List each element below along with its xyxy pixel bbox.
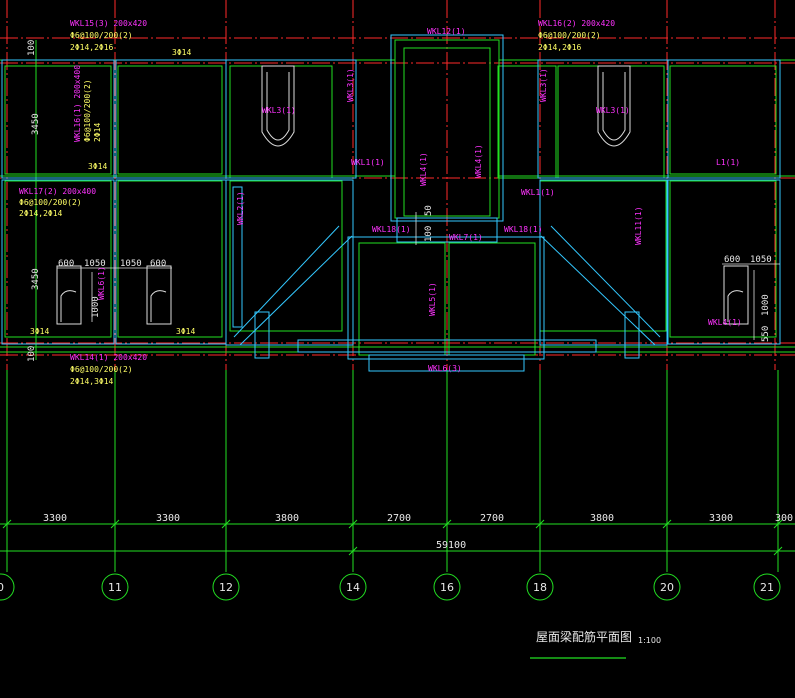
dim-1050-c: 1050 <box>750 255 772 265</box>
beam-bars-wkl17: 2Φ14,2Φ14 <box>19 209 63 218</box>
bay-dimensions: 3300 3300 3800 2700 2700 3800 3300 300 5… <box>43 513 793 551</box>
beam-label-l1: L1(1) <box>716 158 740 167</box>
beam-label-wkl1-a: WKL1(1) <box>351 158 385 167</box>
small-dimensions: 100 3450 3450 100 600 1050 1050 600 600 … <box>27 40 772 362</box>
beam-label-wkl4-a: WKL4(1) <box>419 152 428 186</box>
axis-label-16: 16 <box>440 581 454 594</box>
dim-1000-a: 1000 <box>91 296 101 318</box>
dim-1050-a: 1050 <box>84 259 106 269</box>
total-dim: 59100 <box>436 540 466 551</box>
bay-dim-1: 3300 <box>43 513 67 524</box>
bay-dim-4: 2700 <box>387 513 411 524</box>
beam-label-wkl14: WKL14(1) 200x420 <box>70 353 147 362</box>
beam-label-wkl4-b: WKL4(1) <box>474 144 483 178</box>
beam-stirrup-wkl16: Φ6@100/200(2) <box>538 31 601 40</box>
drawing-scale: 1:100 <box>638 636 661 645</box>
bay-dim-3: 3800 <box>275 513 299 524</box>
drawing-title: 屋面梁配筋平面图 <box>536 629 632 644</box>
beam-label-wkl7: WKL7(1) <box>449 233 483 242</box>
dim-3450-upper: 3450 <box>31 113 41 135</box>
beam-bars-wkl16: 2Φ14,2Φ16 <box>538 43 582 52</box>
arched-openings <box>261 65 631 147</box>
dim-100-stair: 100 <box>424 226 434 242</box>
axis-bubble-0: 0 <box>0 573 15 601</box>
beam-label-wkl16: WKL16(2) 200x420 <box>538 19 615 28</box>
rebar-note-b: 3Φ14 <box>88 162 107 171</box>
rebar-note-a: 3Φ14 <box>172 48 191 57</box>
drawing-title-block: 屋面梁配筋平面图 1:100 <box>530 629 661 659</box>
beam-label-wkl3-c: WKL3(1) <box>539 68 548 102</box>
beam-label-wkl18-a: WKL18(1) <box>372 225 411 234</box>
rebar-note-c: 3Φ14 <box>30 327 49 336</box>
axis-bubble-20: 20 <box>653 573 681 601</box>
bay-dim-6: 3800 <box>590 513 614 524</box>
beam-stirrup-wkl16b: Φ6@100/200(2) <box>83 79 92 142</box>
dim-bottom-100: 100 <box>27 346 37 362</box>
axis-label-11: 11 <box>108 581 122 594</box>
drawing-canvas: WKL15(3) 200x420 Φ6@100/200(2) 2Φ14,2Φ16… <box>0 0 795 659</box>
beam-label-wkl16b: WKL16(1) 200x400 <box>73 65 82 142</box>
dim-600-c: 600 <box>724 255 740 265</box>
beam-outlines <box>0 39 795 356</box>
axis-bubbles: 0 11 12 14 16 18 20 21 <box>0 573 781 601</box>
beam-label-wkl5: WKL5(1) <box>428 282 437 316</box>
axis-bubble-18: 18 <box>526 573 554 601</box>
beam-stirrup-wkl15: Φ6@100/200(2) <box>70 31 133 40</box>
dim-1000-b: 1000 <box>761 294 771 316</box>
beam-bars-wkl14: 2Φ14,3Φ14 <box>70 377 114 386</box>
dim-550: 550 <box>761 326 771 342</box>
beam-stirrup-wkl17: Φ6@100/200(2) <box>19 198 82 207</box>
beam-stirrup-wkl14: Φ6@100/200(2) <box>70 365 133 374</box>
beam-label-group-wkl15: WKL15(3) 200x420 Φ6@100/200(2) 2Φ14,2Φ16 <box>70 19 147 52</box>
axis-label-12: 12 <box>219 581 233 594</box>
beam-label-group-wkl16: WKL16(2) 200x420 Φ6@100/200(2) 2Φ14,2Φ16 <box>538 19 615 52</box>
beam-bars-wkl16b: 2Φ14 <box>93 123 102 142</box>
axis-bubble-16: 16 <box>433 573 461 601</box>
beam-label-group-wkl16b: WKL16(1) 200x400 Φ6@100/200(2) 2Φ14 <box>73 65 102 142</box>
beam-bars-wkl15: 2Φ14,2Φ16 <box>70 43 114 52</box>
dim-top-100: 100 <box>27 40 37 56</box>
axis-label-0: 0 <box>0 581 4 594</box>
beam-label-wkl17: WKL17(2) 200x400 <box>19 187 96 196</box>
axis-label-20: 20 <box>660 581 674 594</box>
beam-label-wkl15: WKL15(3) 200x420 <box>70 19 147 28</box>
beam-label-wkl1-b: WKL1(1) <box>521 188 555 197</box>
beam-label-wkl3-b: WKL3(1) <box>346 68 355 102</box>
rebar-note-d: 3Φ14 <box>176 327 195 336</box>
beam-label-wkl6: WKL6(3) <box>428 364 462 373</box>
beam-label-wkl3-a: WKL3(1) <box>262 106 296 115</box>
beam-label-wkl6-side: WKL6(1) <box>97 266 106 300</box>
bay-dim-7: 3300 <box>709 513 733 524</box>
bay-dim-2: 3300 <box>156 513 180 524</box>
bay-dim-5: 2700 <box>480 513 504 524</box>
axis-bubble-14: 14 <box>339 573 367 601</box>
beam-label-wkl18-b: WKL18(1) <box>504 225 543 234</box>
axis-label-21: 21 <box>760 581 774 594</box>
beam-label-wkl2: WKL2(1) <box>236 191 245 225</box>
extension-lines <box>0 40 795 572</box>
beam-label-wkl4-c: WKL4(1) <box>708 318 742 327</box>
axis-label-14: 14 <box>346 581 360 594</box>
axis-bubble-21: 21 <box>753 573 781 601</box>
bay-dim-8: 300 <box>775 513 793 524</box>
dim-600-a: 600 <box>58 259 74 269</box>
beam-label-wkl11: WKL11(1) <box>634 206 643 245</box>
dim-600-b: 600 <box>150 259 166 269</box>
inner-dimension-lines <box>57 212 780 340</box>
dim-3450-lower: 3450 <box>31 268 41 290</box>
dim-1050-b: 1050 <box>120 259 142 269</box>
beam-label-group-wkl17: WKL17(2) 200x400 Φ6@100/200(2) 2Φ14,2Φ14 <box>19 187 96 218</box>
grid-lines-horizontal <box>0 37 795 356</box>
dimension-ticks <box>2 519 783 556</box>
beam-label-wkl3-d: WKL3(1) <box>596 106 630 115</box>
beam-label-group-wkl14: WKL14(1) 200x420 Φ6@100/200(2) 2Φ14,3Φ14 <box>70 353 147 386</box>
wall-lines <box>1 34 781 372</box>
axis-bubble-11: 11 <box>101 573 129 601</box>
dim-50-stair: 50 <box>424 205 434 216</box>
axis-label-18: 18 <box>533 581 547 594</box>
window-openings <box>56 265 749 325</box>
beam-label-wkl12: WKL12(1) <box>427 27 466 36</box>
axis-bubble-12: 12 <box>212 573 240 601</box>
